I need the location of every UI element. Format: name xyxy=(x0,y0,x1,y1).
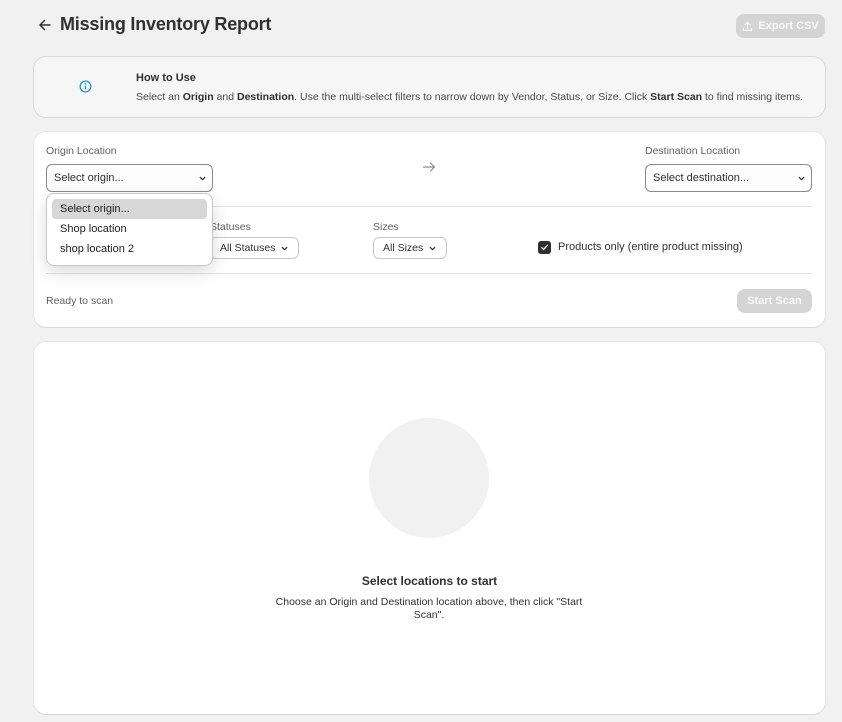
checkmark-icon xyxy=(541,244,548,251)
chevron-down-icon xyxy=(429,246,436,250)
page-title: Missing Inventory Report xyxy=(60,14,272,34)
how-to-use-text: Select an Origin and Destination. Use th… xyxy=(136,91,804,103)
sizes-filter-value: All Sizes xyxy=(383,242,424,254)
origin-location-select[interactable]: Select origin... xyxy=(46,164,213,192)
page-header: Missing Inventory Report Export CSV xyxy=(0,0,842,52)
sizes-label: Sizes xyxy=(373,221,399,233)
export-csv-button[interactable]: Export CSV xyxy=(736,14,825,38)
dropdown-option[interactable]: Select origin... xyxy=(52,199,207,219)
results-card: Select locations to start Choose an Orig… xyxy=(34,342,825,714)
chevron-down-icon xyxy=(199,176,206,181)
statuses-filter[interactable]: All Statuses xyxy=(210,237,300,259)
sizes-filter[interactable]: All Sizes xyxy=(373,237,448,259)
info-icon xyxy=(79,80,92,93)
arrow-left-icon xyxy=(39,19,51,31)
origin-location-label: Origin Location xyxy=(46,145,117,157)
export-csv-label: Export CSV xyxy=(758,20,819,32)
empty-state-text: Choose an Origin and Destination locatio… xyxy=(275,596,583,621)
empty-state-illustration xyxy=(369,418,489,538)
destination-select-value: Select destination... xyxy=(653,172,750,184)
destination-location-select[interactable]: Select destination... xyxy=(645,164,812,192)
how-to-use-title: How to Use xyxy=(136,72,196,84)
dropdown-option[interactable]: Shop location xyxy=(52,219,207,239)
back-button[interactable] xyxy=(34,14,56,36)
statuses-label: Statuses xyxy=(210,221,251,233)
origin-dropdown-menu: Select origin... Shop location shop loca… xyxy=(47,194,212,265)
how-to-use-banner: How to Use Select an Origin and Destinat… xyxy=(34,57,825,117)
start-scan-button[interactable]: Start Scan xyxy=(737,289,812,313)
empty-state-title: Select locations to start xyxy=(361,574,498,588)
products-only-checkbox[interactable] xyxy=(538,241,551,254)
scan-status-text: Ready to scan xyxy=(46,295,114,307)
products-only-label[interactable]: Products only (entire product missing) xyxy=(558,241,743,253)
chevron-down-icon xyxy=(798,176,805,181)
dropdown-option[interactable]: shop location 2 xyxy=(52,239,207,259)
arrow-right-icon xyxy=(422,162,436,172)
origin-select-value: Select origin... xyxy=(54,172,124,184)
chevron-down-icon xyxy=(282,246,288,250)
destination-location-label: Destination Location xyxy=(645,145,741,157)
upload-icon xyxy=(743,21,753,31)
divider xyxy=(46,273,812,274)
statuses-filter-value: All Statuses xyxy=(220,242,276,254)
